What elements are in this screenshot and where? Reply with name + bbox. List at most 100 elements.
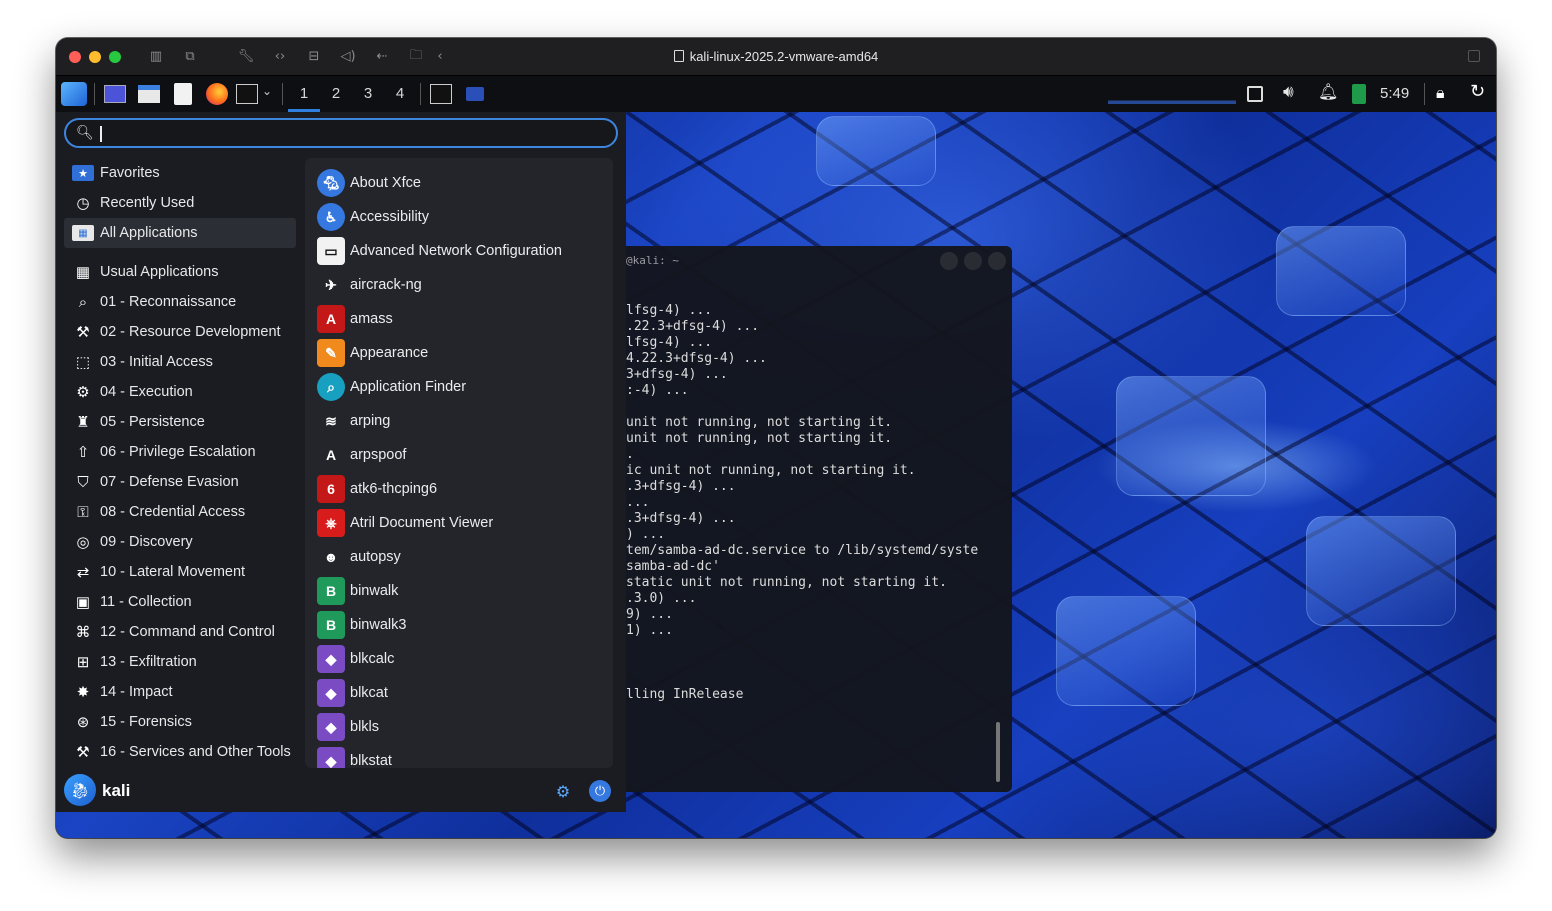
chevron-left-icon[interactable]: ‹	[433, 49, 447, 64]
logout-icon[interactable]: ↻	[1470, 81, 1485, 105]
app-item[interactable]: Aarpspoof	[305, 438, 613, 472]
notifications-bell-icon[interactable]: 🔔︎	[1318, 82, 1338, 106]
app-label: blkcalc	[350, 651, 395, 667]
terminal-line: .	[626, 447, 634, 462]
terminal-window-button[interactable]	[430, 84, 452, 104]
category-label: 12 - Command and Control	[100, 624, 275, 640]
app-item[interactable]: ◆ blkls	[305, 710, 613, 744]
window-mode-icon[interactable]	[1468, 50, 1480, 62]
terminal-title: @kali: ~	[626, 254, 679, 267]
top-panel: ⌄ 1 2 3 4 🔊︎ 🔔︎ 5:49 🔒︎ ↻	[56, 76, 1496, 112]
snapshot-icon[interactable]: ⧉	[173, 49, 207, 64]
category-item[interactable]: ⊞ 13 - Exfiltration	[64, 647, 296, 677]
terminal-scrollbar[interactable]	[996, 722, 1000, 782]
chevron-down-icon[interactable]: ⌄	[262, 84, 272, 108]
shared-folder-icon[interactable]: 🗀︎	[399, 46, 433, 68]
volume-icon[interactable]: 🔊︎	[1283, 82, 1294, 106]
category-all-applications[interactable]: ▦ All Applications	[64, 218, 296, 248]
app-item[interactable]: ◆ blkstat	[305, 744, 613, 768]
file-manager-icon[interactable]	[138, 85, 160, 103]
category-item[interactable]: ♜ 05 - Persistence	[64, 407, 296, 437]
search-box[interactable]: 🔍︎	[64, 118, 618, 148]
show-desktop-icon[interactable]	[104, 85, 126, 103]
category-item[interactable]: ▦ Usual Applications	[64, 257, 296, 287]
workspace-1[interactable]: 1	[288, 76, 320, 112]
category-item[interactable]: ⛉ 07 - Defense Evasion	[64, 467, 296, 497]
app-item[interactable]: ♿︎ Accessibility	[305, 200, 613, 234]
category-item[interactable]: ⚙ 04 - Execution	[64, 377, 296, 407]
app-item[interactable]: Bbinwalk	[305, 574, 613, 608]
app-item[interactable]: ✎ Appearance	[305, 336, 613, 370]
category-recently-used[interactable]: ◷ Recently Used	[64, 188, 296, 218]
battery-icon[interactable]	[1352, 84, 1366, 104]
wallpaper-cube	[1276, 226, 1406, 316]
close-window-button[interactable]	[69, 50, 81, 63]
terminal-line: ic unit not running, not starting it.	[626, 463, 916, 478]
sound-icon[interactable]: ◁)	[331, 49, 365, 64]
app-item[interactable]: ✈ aircrack-ng	[305, 268, 613, 302]
category-item[interactable]: ⇄ 10 - Lateral Movement	[64, 557, 296, 587]
app-item[interactable]: ⌕ Application Finder	[305, 370, 613, 404]
category-item[interactable]: ⚒ 02 - Resource Development	[64, 317, 296, 347]
app-label: arping	[350, 413, 391, 429]
text-editor-icon[interactable]	[174, 83, 192, 105]
disk-icon[interactable]: ⊟	[297, 49, 331, 64]
zoom-window-button[interactable]	[109, 50, 121, 63]
network-icon[interactable]: ‹›	[263, 49, 297, 64]
category-item[interactable]: ⚒ 16 - Services and Other Tools	[64, 737, 296, 767]
terminal-output[interactable]: lfsg-4) ... .22.3+dfsg-4) ... lfsg-4) ... 4…	[626, 303, 978, 703]
app-item[interactable]: ☻ autopsy	[305, 540, 613, 574]
terminal-line: .3.0) ...	[626, 591, 697, 606]
terminal-line: 1) ...	[626, 623, 673, 638]
panel-clock[interactable]: 5:49	[1380, 76, 1409, 112]
log-out-button[interactable]: ⏻	[589, 780, 611, 802]
app-item[interactable]: ≋ arping	[305, 404, 613, 438]
category-item[interactable]: ⌘ 12 - Command and Control	[64, 617, 296, 647]
workspace-2[interactable]: 2	[320, 76, 352, 112]
kali-menu-icon[interactable]	[61, 82, 87, 106]
settings-wrench-icon[interactable]: 🔧︎	[229, 49, 263, 64]
settings-manager-icon[interactable]: ⚙︎	[552, 780, 574, 802]
key-icon: ⚿	[77, 503, 89, 521]
terminal-maximize-button[interactable]	[964, 252, 982, 270]
category-item[interactable]: ✸ 14 - Impact	[64, 677, 296, 707]
category-item[interactable]: ⌕ 01 - Reconnaissance	[64, 287, 296, 317]
terminal-icon[interactable]	[236, 84, 258, 104]
display-icon[interactable]	[1247, 86, 1263, 102]
terminal-line: lfsg-4) ...	[626, 303, 713, 318]
search-input[interactable]	[106, 122, 586, 144]
category-item[interactable]: ◎ 09 - Discovery	[64, 527, 296, 557]
usb-icon[interactable]: ⇠	[365, 49, 399, 64]
app-item[interactable]: ◆ blkcalc	[305, 642, 613, 676]
desktop-window-button[interactable]	[466, 87, 484, 101]
run-icon: ♜	[76, 414, 90, 431]
workspace-4[interactable]: 4	[384, 76, 416, 112]
app-item[interactable]: Bbinwalk3	[305, 608, 613, 642]
app-item[interactable]: 6 atk6-thcping6	[305, 472, 613, 506]
category-item[interactable]: ⊛ 15 - Forensics	[64, 707, 296, 737]
terminal-window[interactable]: @kali: ~ lfsg-4) ... .22.3+dfsg-4) ... lfs…	[616, 246, 1012, 792]
minimize-window-button[interactable]	[89, 50, 101, 63]
category-item[interactable]: ⇧ 06 - Privilege Escalation	[64, 437, 296, 467]
traffic-lights	[69, 50, 121, 63]
sidebar-toggle-icon[interactable]: ▥	[139, 49, 173, 64]
firefox-icon[interactable]	[206, 83, 228, 105]
category-label: 05 - Persistence	[100, 414, 205, 430]
lock-screen-icon[interactable]: 🔒︎	[1436, 83, 1445, 107]
category-item[interactable]: ▣ 11 - Collection	[64, 587, 296, 617]
app-item[interactable]: ◆ blkcat	[305, 676, 613, 710]
document-icon	[673, 50, 684, 62]
workspace-3[interactable]: 3	[352, 76, 384, 112]
terminal-close-button[interactable]	[988, 252, 1006, 270]
app-item[interactable]: Aamass	[305, 302, 613, 336]
app-item[interactable]: ⎈ Atril Document Viewer	[305, 506, 613, 540]
category-item[interactable]: ⚿ 08 - Credential Access	[64, 497, 296, 527]
app-item[interactable]: 🐁︎ About Xfce	[305, 166, 613, 200]
app-item[interactable]: ▭ Advanced Network Configuration	[305, 234, 613, 268]
terminal-minimize-button[interactable]	[940, 252, 958, 270]
appearance-icon: ✎	[317, 339, 345, 367]
category-favorites[interactable]: ★ Favorites	[64, 158, 296, 188]
app-label: atk6-thcping6	[350, 481, 438, 497]
category-item[interactable]: ⬚ 03 - Initial Access	[64, 347, 296, 377]
